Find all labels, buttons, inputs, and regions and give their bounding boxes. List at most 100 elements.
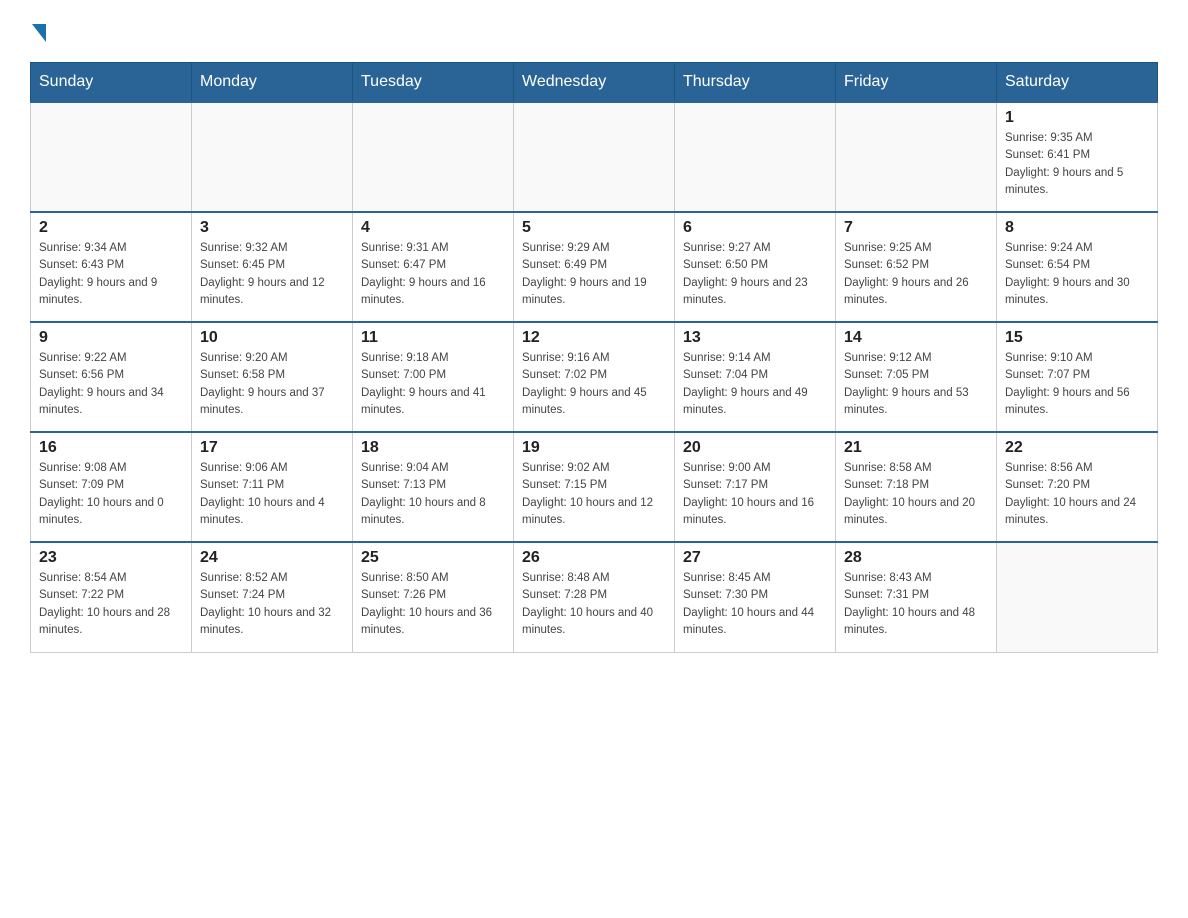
calendar-cell: 7 Sunrise: 9:25 AMSunset: 6:52 PMDaylight… [836,212,997,322]
calendar-cell [997,542,1158,652]
weekday-header-sunday: Sunday [31,63,192,103]
day-number: 13 [683,329,827,347]
day-number: 17 [200,439,344,457]
calendar-cell [31,102,192,212]
calendar-cell: 17 Sunrise: 9:06 AMSunset: 7:11 PMDayligh… [192,432,353,542]
day-number: 26 [522,549,666,567]
day-info: Sunrise: 9:16 AMSunset: 7:02 PMDaylight:… [522,350,666,419]
calendar-cell: 23 Sunrise: 8:54 AMSunset: 7:22 PMDayligh… [31,542,192,652]
day-number: 24 [200,549,344,567]
day-info: Sunrise: 9:22 AMSunset: 6:56 PMDaylight:… [39,350,183,419]
weekday-header-tuesday: Tuesday [353,63,514,103]
week-row-5: 23 Sunrise: 8:54 AMSunset: 7:22 PMDayligh… [31,542,1158,652]
weekday-header-row: SundayMondayTuesdayWednesdayThursdayFrid… [31,63,1158,103]
week-row-2: 2Sunrise: 9:34 AMSunset: 6:43 PMDaylight… [31,212,1158,322]
calendar-cell: 6 Sunrise: 9:27 AMSunset: 6:50 PMDaylight… [675,212,836,322]
weekday-header-saturday: Saturday [997,63,1158,103]
weekday-header-monday: Monday [192,63,353,103]
calendar-cell: 10 Sunrise: 9:20 AMSunset: 6:58 PMDayligh… [192,322,353,432]
day-number: 22 [1005,439,1149,457]
calendar-cell: 14 Sunrise: 9:12 AMSunset: 7:05 PMDayligh… [836,322,997,432]
day-info: Sunrise: 8:48 AMSunset: 7:28 PMDaylight:… [522,570,666,639]
day-info: Sunrise: 9:32 AMSunset: 6:45 PMDaylight:… [200,240,344,309]
day-number: 11 [361,329,505,347]
day-number: 28 [844,549,988,567]
day-info: Sunrise: 9:29 AMSunset: 6:49 PMDaylight:… [522,240,666,309]
day-number: 14 [844,329,988,347]
weekday-header-wednesday: Wednesday [514,63,675,103]
calendar-cell: 4 Sunrise: 9:31 AMSunset: 6:47 PMDaylight… [353,212,514,322]
week-row-3: 9 Sunrise: 9:22 AMSunset: 6:56 PMDaylight… [31,322,1158,432]
logo-arrow-icon [32,24,46,42]
day-number: 5 [522,219,666,237]
week-row-4: 16 Sunrise: 9:08 AMSunset: 7:09 PMDayligh… [31,432,1158,542]
calendar-cell: 16 Sunrise: 9:08 AMSunset: 7:09 PMDayligh… [31,432,192,542]
day-number: 19 [522,439,666,457]
day-info: Sunrise: 9:08 AMSunset: 7:09 PMDaylight:… [39,460,183,529]
day-number: 10 [200,329,344,347]
day-info: Sunrise: 9:18 AMSunset: 7:00 PMDaylight:… [361,350,505,419]
day-info: Sunrise: 9:14 AMSunset: 7:04 PMDaylight:… [683,350,827,419]
calendar-cell: 28 Sunrise: 8:43 AMSunset: 7:31 PMDayligh… [836,542,997,652]
day-number: 6 [683,219,827,237]
day-info: Sunrise: 9:20 AMSunset: 6:58 PMDaylight:… [200,350,344,419]
day-number: 3 [200,219,344,237]
day-number: 15 [1005,329,1149,347]
weekday-header-thursday: Thursday [675,63,836,103]
weekday-header-friday: Friday [836,63,997,103]
calendar-cell: 27 Sunrise: 8:45 AMSunset: 7:30 PMDayligh… [675,542,836,652]
day-info: Sunrise: 8:45 AMSunset: 7:30 PMDaylight:… [683,570,827,639]
calendar-cell: 25 Sunrise: 8:50 AMSunset: 7:26 PMDayligh… [353,542,514,652]
day-info: Sunrise: 8:58 AMSunset: 7:18 PMDaylight:… [844,460,988,529]
calendar-cell: 26 Sunrise: 8:48 AMSunset: 7:28 PMDayligh… [514,542,675,652]
calendar-cell: 21Sunrise: 8:58 AMSunset: 7:18 PMDayligh… [836,432,997,542]
calendar-cell: 5 Sunrise: 9:29 AMSunset: 6:49 PMDaylight… [514,212,675,322]
day-info: Sunrise: 8:50 AMSunset: 7:26 PMDaylight:… [361,570,505,639]
day-number: 23 [39,549,183,567]
day-info: Sunrise: 8:56 AMSunset: 7:20 PMDaylight:… [1005,460,1149,529]
calendar-cell: 1 Sunrise: 9:35 AMSunset: 6:41 PMDaylight… [997,102,1158,212]
day-info: Sunrise: 9:34 AMSunset: 6:43 PMDaylight:… [39,240,183,309]
day-info: Sunrise: 9:25 AMSunset: 6:52 PMDaylight:… [844,240,988,309]
day-info: Sunrise: 9:10 AMSunset: 7:07 PMDaylight:… [1005,350,1149,419]
day-number: 7 [844,219,988,237]
day-number: 18 [361,439,505,457]
page-header [30,20,1158,42]
logo [30,20,46,42]
day-info: Sunrise: 9:04 AMSunset: 7:13 PMDaylight:… [361,460,505,529]
calendar-cell [353,102,514,212]
calendar-cell: 11 Sunrise: 9:18 AMSunset: 7:00 PMDayligh… [353,322,514,432]
calendar-cell: 15 Sunrise: 9:10 AMSunset: 7:07 PMDayligh… [997,322,1158,432]
calendar-cell [514,102,675,212]
calendar-cell: 12 Sunrise: 9:16 AMSunset: 7:02 PMDayligh… [514,322,675,432]
calendar-cell: 20 Sunrise: 9:00 AMSunset: 7:17 PMDayligh… [675,432,836,542]
day-info: Sunrise: 9:00 AMSunset: 7:17 PMDaylight:… [683,460,827,529]
day-number: 9 [39,329,183,347]
calendar-cell: 8 Sunrise: 9:24 AMSunset: 6:54 PMDaylight… [997,212,1158,322]
calendar-cell: 13 Sunrise: 9:14 AMSunset: 7:04 PMDayligh… [675,322,836,432]
calendar-cell: 22 Sunrise: 8:56 AMSunset: 7:20 PMDayligh… [997,432,1158,542]
day-info: Sunrise: 8:54 AMSunset: 7:22 PMDaylight:… [39,570,183,639]
calendar-cell: 3 Sunrise: 9:32 AMSunset: 6:45 PMDaylight… [192,212,353,322]
day-info: Sunrise: 9:35 AMSunset: 6:41 PMDaylight:… [1005,130,1149,199]
day-info: Sunrise: 9:06 AMSunset: 7:11 PMDaylight:… [200,460,344,529]
calendar-cell: 24Sunrise: 8:52 AMSunset: 7:24 PMDayligh… [192,542,353,652]
day-number: 25 [361,549,505,567]
day-info: Sunrise: 8:43 AMSunset: 7:31 PMDaylight:… [844,570,988,639]
day-number: 4 [361,219,505,237]
day-info: Sunrise: 9:31 AMSunset: 6:47 PMDaylight:… [361,240,505,309]
calendar-cell: 2Sunrise: 9:34 AMSunset: 6:43 PMDaylight… [31,212,192,322]
day-number: 27 [683,549,827,567]
calendar-cell: 9 Sunrise: 9:22 AMSunset: 6:56 PMDaylight… [31,322,192,432]
day-number: 1 [1005,109,1149,127]
day-number: 20 [683,439,827,457]
day-number: 8 [1005,219,1149,237]
day-info: Sunrise: 9:27 AMSunset: 6:50 PMDaylight:… [683,240,827,309]
calendar-cell: 18 Sunrise: 9:04 AMSunset: 7:13 PMDayligh… [353,432,514,542]
day-info: Sunrise: 9:24 AMSunset: 6:54 PMDaylight:… [1005,240,1149,309]
calendar-cell: 19Sunrise: 9:02 AMSunset: 7:15 PMDayligh… [514,432,675,542]
day-number: 16 [39,439,183,457]
day-info: Sunrise: 9:12 AMSunset: 7:05 PMDaylight:… [844,350,988,419]
day-number: 12 [522,329,666,347]
calendar-cell [675,102,836,212]
